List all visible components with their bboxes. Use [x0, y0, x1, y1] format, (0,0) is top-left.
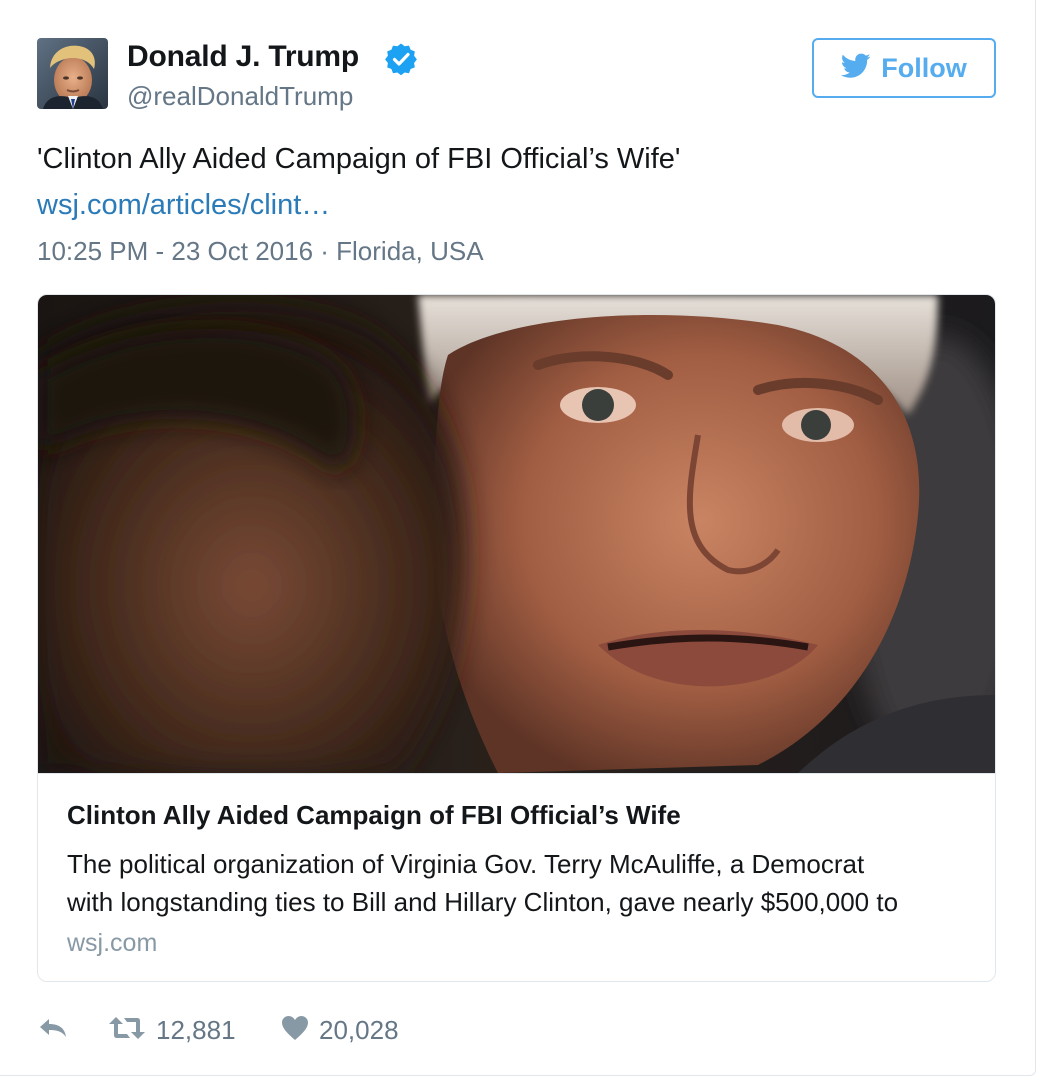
like-button[interactable]: 20,028	[281, 1010, 399, 1050]
retweet-button[interactable]: 12,881	[108, 1010, 236, 1050]
follow-button[interactable]: Follow	[812, 38, 996, 98]
author-handle[interactable]: @realDonaldTrump	[127, 81, 353, 112]
card-description-line: with longstanding ties to Bill and Hilla…	[67, 887, 899, 917]
tweet-link[interactable]: wsj.com/articles/clint…	[37, 189, 330, 222]
card-description-line: The political organization of Virginia G…	[67, 849, 865, 879]
twitter-bird-icon	[841, 53, 871, 84]
card-title[interactable]: Clinton Ally Aided Campaign of FBI Offic…	[67, 800, 681, 831]
reply-button[interactable]	[37, 1010, 69, 1050]
follow-label: Follow	[881, 52, 967, 83]
avatar-image	[37, 38, 108, 109]
card-domain: wsj.com	[67, 929, 158, 957]
verified-badge-icon	[384, 42, 418, 76]
retweet-icon	[108, 1015, 146, 1046]
retweet-count: 12,881	[156, 1014, 236, 1045]
author-name[interactable]: Donald J. Trump	[127, 40, 359, 74]
heart-icon	[281, 1015, 309, 1046]
card-image[interactable]	[38, 295, 995, 775]
article-photo	[38, 295, 995, 775]
avatar[interactable]	[37, 38, 108, 109]
reply-icon	[37, 1016, 69, 1045]
tweet-embed: Donald J. Trump @realDonaldTrump Follow …	[0, 0, 1036, 1076]
tweet-timestamp-location[interactable]: 10:25 PM - 23 Oct 2016 · Florida, USA	[37, 236, 484, 267]
card-description: The political organization of Virginia G…	[67, 845, 977, 921]
tweet-text: 'Clinton Ally Aided Campaign of FBI Offi…	[37, 143, 681, 175]
like-count: 20,028	[319, 1014, 399, 1045]
link-card[interactable]: Clinton Ally Aided Campaign of FBI Offic…	[37, 294, 996, 982]
